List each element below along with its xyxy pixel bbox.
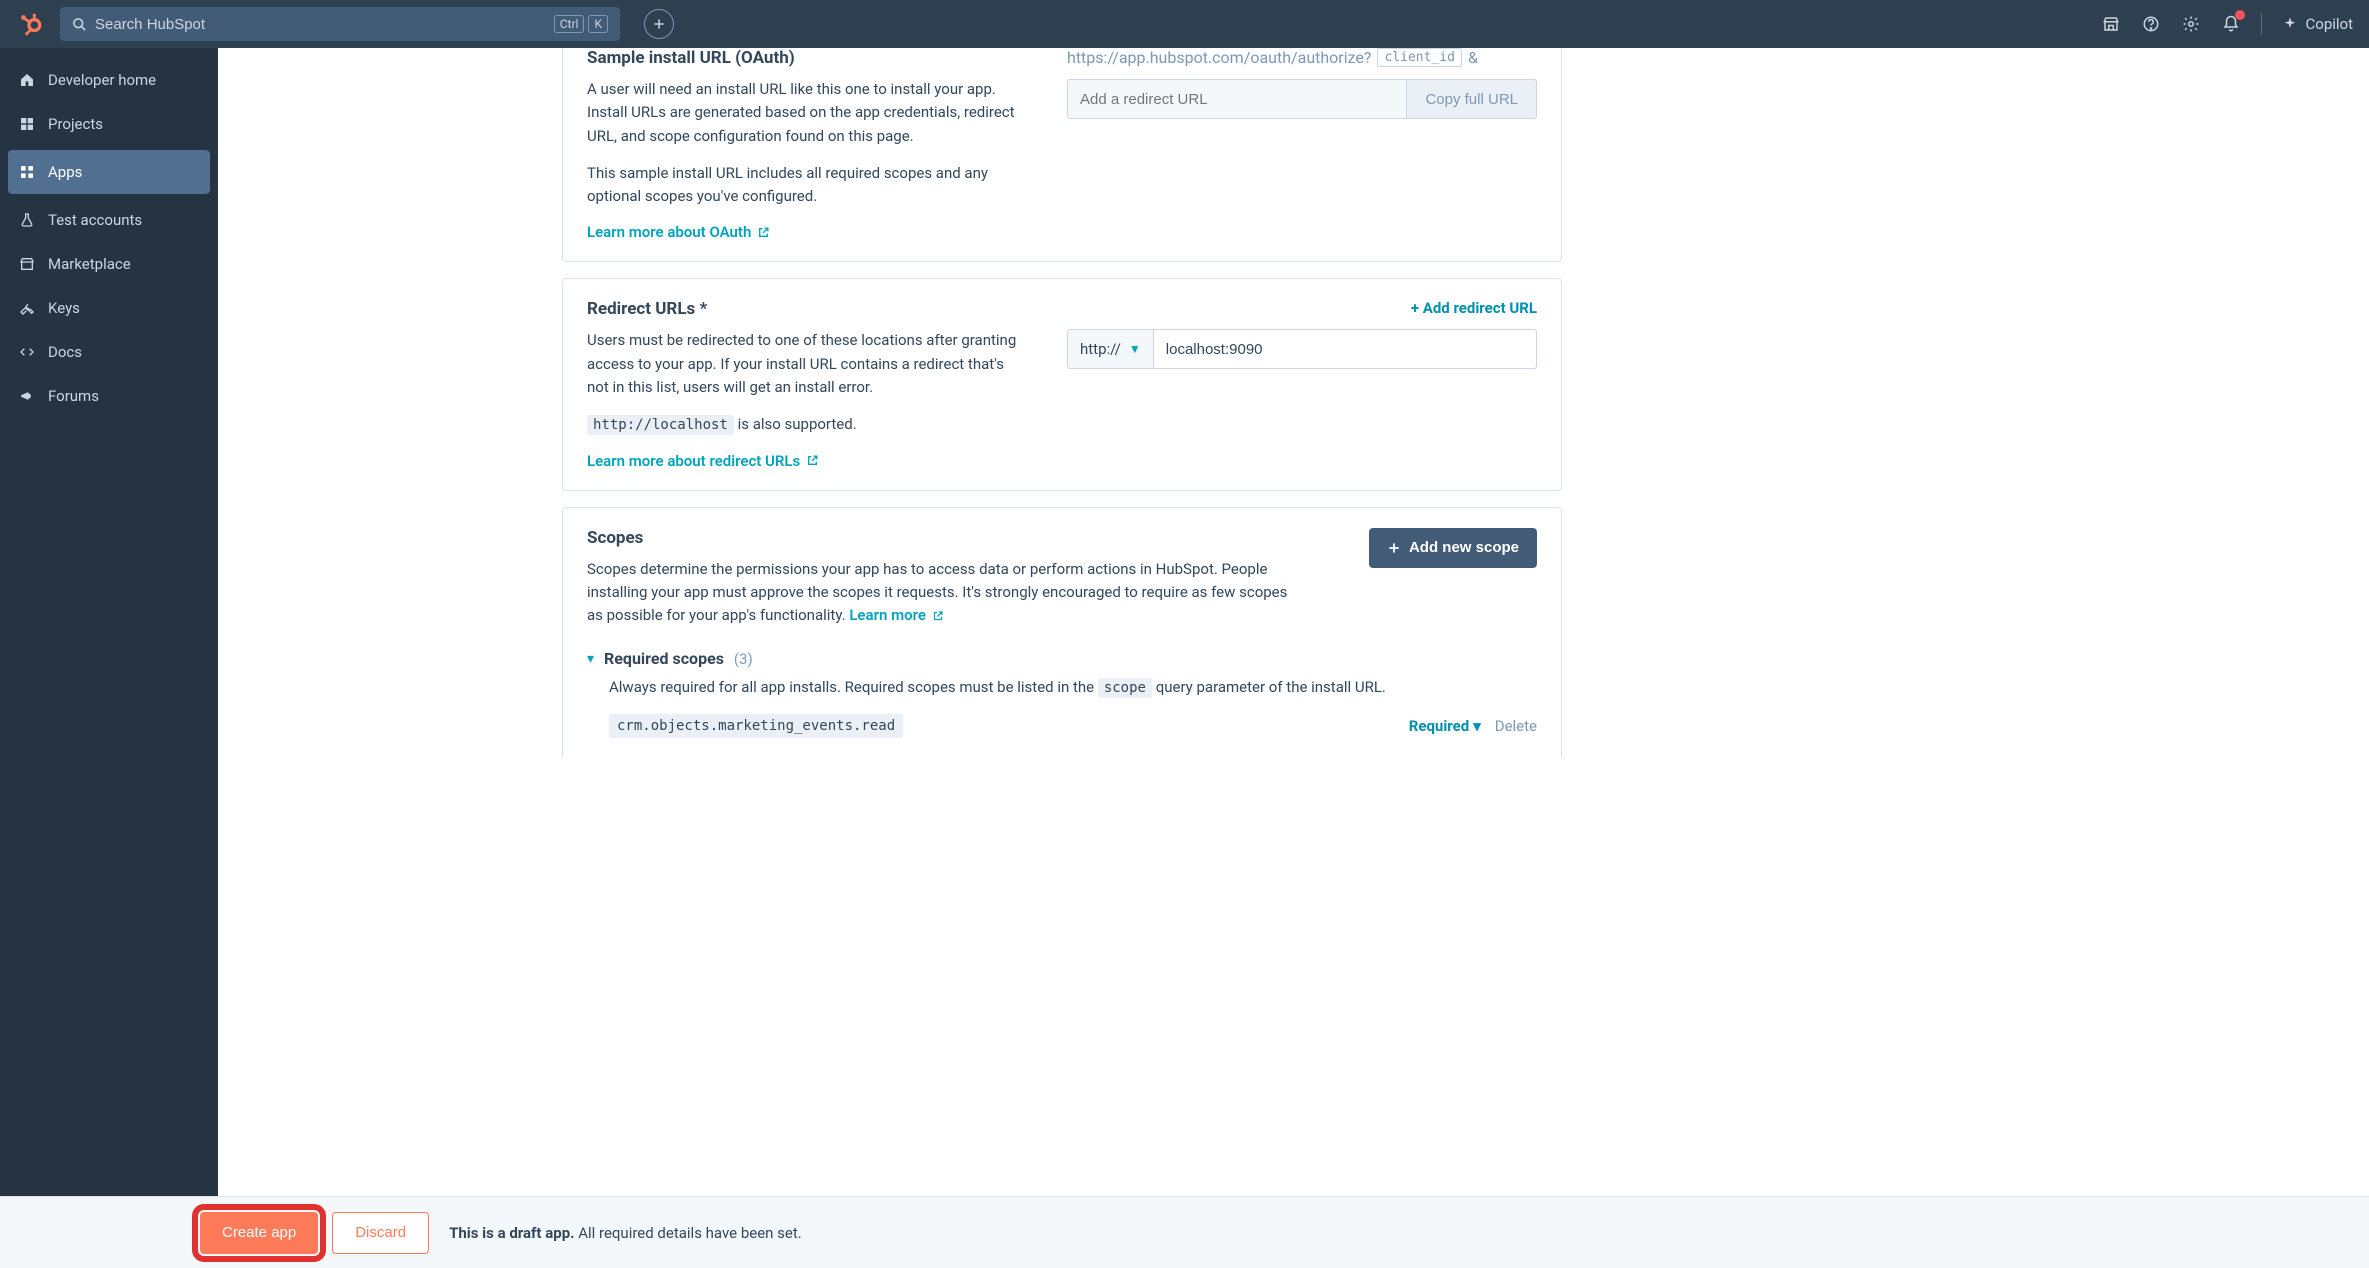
- footer-bar: Create app Discard This is a draft app. …: [0, 1196, 2369, 1268]
- localhost-code: http://localhost: [587, 415, 734, 435]
- add-redirect-url-button[interactable]: + Add redirect URL: [1411, 299, 1537, 317]
- scope-required-dropdown[interactable]: Required ▾: [1409, 717, 1481, 735]
- redirect-desc: Users must be redirected to one of these…: [587, 329, 1027, 399]
- redirect-url-input[interactable]: [1067, 79, 1407, 119]
- sidebar-item-projects[interactable]: Projects: [0, 102, 218, 146]
- wrench-icon: [18, 299, 36, 317]
- create-button[interactable]: [644, 9, 674, 39]
- required-scopes-title: Required scopes: [604, 649, 724, 668]
- sidebar-item-label: Apps: [48, 163, 82, 181]
- topbar-actions: Copilot: [2101, 13, 2354, 35]
- redirect-learn-more-link[interactable]: Learn more about redirect URLs: [587, 452, 819, 470]
- content-area: Sample install URL (OAuth) A user will n…: [218, 48, 2369, 1196]
- scope-delete-link[interactable]: Delete: [1495, 717, 1537, 735]
- kbd-k: K: [588, 15, 608, 33]
- global-search[interactable]: Ctrl K: [60, 7, 620, 41]
- kbd-ctrl: Ctrl: [554, 15, 585, 33]
- redirect-title: Redirect URLs *: [587, 299, 1027, 319]
- link-label: Learn more: [849, 604, 926, 627]
- sidebar-item-label: Test accounts: [48, 211, 142, 229]
- sidebar: Developer home Projects Apps Test accoun…: [0, 48, 218, 1196]
- redirect-localhost-note: http://localhost is also supported.: [587, 413, 1027, 437]
- oauth-title: Sample install URL (OAuth): [587, 48, 1027, 68]
- oauth-url-amp: &: [1468, 48, 1478, 67]
- sidebar-item-label: Projects: [48, 115, 103, 133]
- sidebar-item-docs[interactable]: Docs: [0, 330, 218, 374]
- redirect-host-input[interactable]: [1154, 329, 1537, 369]
- footer-status-tail: All required details have been set.: [574, 1224, 801, 1242]
- footer-status-text: This is a draft app. All required detail…: [449, 1224, 802, 1242]
- chevron-down-icon: ▾: [587, 651, 594, 667]
- sidebar-item-label: Docs: [48, 343, 82, 361]
- create-app-button[interactable]: Create app: [200, 1212, 318, 1254]
- copy-full-url-button[interactable]: Copy full URL: [1407, 79, 1537, 119]
- store-icon: [18, 255, 36, 273]
- sidebar-item-label: Forums: [48, 387, 99, 405]
- search-icon: [72, 17, 87, 32]
- home-icon: [18, 71, 36, 89]
- sidebar-item-test-accounts[interactable]: Test accounts: [0, 198, 218, 242]
- scopes-learn-more-link[interactable]: Learn more: [849, 604, 944, 627]
- plus-icon: [1387, 541, 1401, 555]
- add-new-scope-button[interactable]: Add new scope: [1369, 528, 1537, 568]
- copilot-label: Copilot: [2306, 15, 2354, 33]
- search-input[interactable]: [95, 16, 546, 33]
- link-label: Learn more about redirect URLs: [587, 452, 800, 470]
- chevron-down-icon: ▾: [1473, 717, 1481, 735]
- sidebar-item-keys[interactable]: Keys: [0, 286, 218, 330]
- scopes-panel: Scopes Scopes determine the permissions …: [562, 507, 1562, 758]
- hubspot-logo-icon[interactable]: [16, 10, 44, 38]
- oauth-learn-more-link[interactable]: Learn more about OAuth: [587, 223, 770, 241]
- required-scopes-toggle[interactable]: ▾ Required scopes (3): [587, 649, 1537, 668]
- topbar: Ctrl K Copilot: [0, 0, 2369, 48]
- sidebar-item-label: Developer home: [48, 71, 156, 89]
- notification-badge: [2235, 10, 2245, 20]
- scope-row: crm.objects.marketing_events.read Requir…: [609, 714, 1537, 738]
- projects-icon: [18, 115, 36, 133]
- copilot-button[interactable]: Copilot: [2282, 15, 2354, 33]
- marketplace-icon[interactable]: [2101, 14, 2121, 34]
- help-icon[interactable]: [2141, 14, 2161, 34]
- search-shortcut: Ctrl K: [554, 15, 608, 33]
- sidebar-item-developer-home[interactable]: Developer home: [0, 58, 218, 102]
- button-label: Add new scope: [1409, 539, 1519, 556]
- sidebar-item-label: Marketplace: [48, 255, 131, 273]
- external-link-icon: [757, 226, 770, 239]
- oauth-panel: Sample install URL (OAuth) A user will n…: [562, 48, 1562, 262]
- notifications-icon[interactable]: [2221, 14, 2241, 34]
- apps-icon: [18, 163, 36, 181]
- scopes-desc: Scopes determine the permissions your ap…: [587, 558, 1297, 628]
- scope-name: crm.objects.marketing_events.read: [609, 714, 903, 738]
- sidebar-item-forums[interactable]: Forums: [0, 374, 218, 418]
- required-scopes-count: (3): [734, 650, 753, 668]
- flask-icon: [18, 211, 36, 229]
- oauth-url-prefix: https://app.hubspot.com/oauth/authorize?: [1067, 48, 1371, 67]
- protocol-select[interactable]: http:// ▼: [1067, 329, 1154, 369]
- code-icon: [18, 343, 36, 361]
- external-link-icon: [932, 610, 944, 622]
- sidebar-item-marketplace[interactable]: Marketplace: [0, 242, 218, 286]
- external-link-icon: [806, 454, 819, 467]
- dropdown-label: Required: [1409, 717, 1469, 735]
- megaphone-icon: [18, 387, 36, 405]
- settings-icon[interactable]: [2181, 14, 2201, 34]
- topbar-divider: [2261, 13, 2262, 35]
- oauth-sample-url: https://app.hubspot.com/oauth/authorize?…: [1067, 48, 1537, 67]
- oauth-desc-2: This sample install URL includes all req…: [587, 162, 1027, 209]
- scopes-title: Scopes: [587, 528, 1297, 548]
- link-label: Learn more about OAuth: [587, 223, 751, 241]
- chevron-down-icon: ▼: [1129, 342, 1141, 356]
- oauth-desc-1: A user will need an install URL like thi…: [587, 78, 1027, 148]
- sidebar-item-apps[interactable]: Apps: [8, 150, 210, 194]
- scope-param-code: scope: [1098, 678, 1152, 698]
- sidebar-item-label: Keys: [48, 299, 80, 317]
- redirect-panel: Redirect URLs * Users must be redirected…: [562, 278, 1562, 490]
- client-id-chip: client_id: [1377, 48, 1461, 67]
- localhost-tail: is also supported.: [734, 415, 857, 433]
- footer-status-bold: This is a draft app.: [449, 1224, 574, 1242]
- required-scopes-desc: Always required for all app installs. Re…: [609, 676, 1537, 700]
- protocol-value: http://: [1080, 340, 1121, 358]
- discard-button[interactable]: Discard: [332, 1212, 429, 1254]
